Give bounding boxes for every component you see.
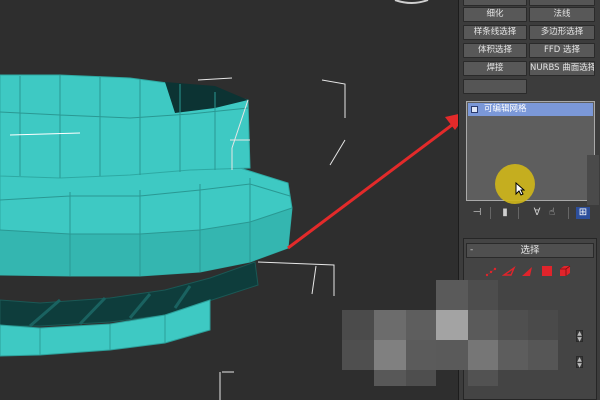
stack-toolbar: ⊣ ▮ ∀ ☝ ⊞: [466, 205, 595, 221]
toolbar-divider: [490, 207, 491, 219]
vertex-icon[interactable]: [484, 264, 498, 278]
normal-button[interactable]: 法线: [529, 7, 595, 22]
rollout-title: 选择: [520, 245, 540, 256]
stack-expand-icon[interactable]: [471, 106, 478, 113]
bounding-box-bottom: [219, 371, 234, 400]
collapse-icon: -: [470, 245, 474, 255]
configure-sets-icon[interactable]: ⊞: [576, 207, 590, 219]
tessellate-button[interactable]: 细化: [463, 7, 527, 22]
edge-icon[interactable]: [502, 264, 516, 278]
toolbar-divider: [568, 207, 569, 219]
stack-item-editable-mesh[interactable]: 可编辑网格: [468, 103, 593, 116]
modifier-button-blank[interactable]: [463, 0, 527, 6]
weld-button[interactable]: 焊接: [463, 61, 527, 76]
spline-select-button[interactable]: 样条线选择: [463, 25, 527, 40]
toolbar-divider: [518, 207, 519, 219]
rollout-header[interactable]: - 选择: [466, 243, 594, 258]
ffd-select-button[interactable]: FFD 选择: [529, 43, 595, 58]
viewcube-fragment: [394, 0, 429, 4]
modifier-stack-list[interactable]: 可编辑网格: [466, 101, 595, 204]
stack-item-label: 可编辑网格: [484, 104, 527, 114]
element-icon[interactable]: [558, 264, 572, 278]
poly-select-button[interactable]: 多边形选择: [529, 25, 595, 40]
volume-select-button[interactable]: 体积选择: [463, 43, 527, 58]
pin-stack-icon[interactable]: ⊣: [470, 207, 484, 219]
pixelated-overlay: [342, 280, 582, 390]
make-unique-icon[interactable]: ∀: [530, 207, 544, 219]
modifier-button-blank[interactable]: [529, 0, 595, 6]
face-icon[interactable]: [520, 264, 534, 278]
subobject-level-icons: [474, 264, 588, 280]
nurbs-surface-select-button[interactable]: NURBS 曲面选择: [529, 61, 595, 76]
polygon-icon[interactable]: [540, 264, 554, 278]
annotation-arrow: [287, 114, 458, 250]
panel-scrollbar[interactable]: [587, 155, 599, 205]
remove-modifier-icon[interactable]: ☝: [546, 207, 558, 219]
show-end-result-icon[interactable]: ▮: [500, 207, 510, 219]
mouse-pointer-icon: [515, 182, 525, 196]
modifier-button-blank[interactable]: [463, 79, 527, 94]
